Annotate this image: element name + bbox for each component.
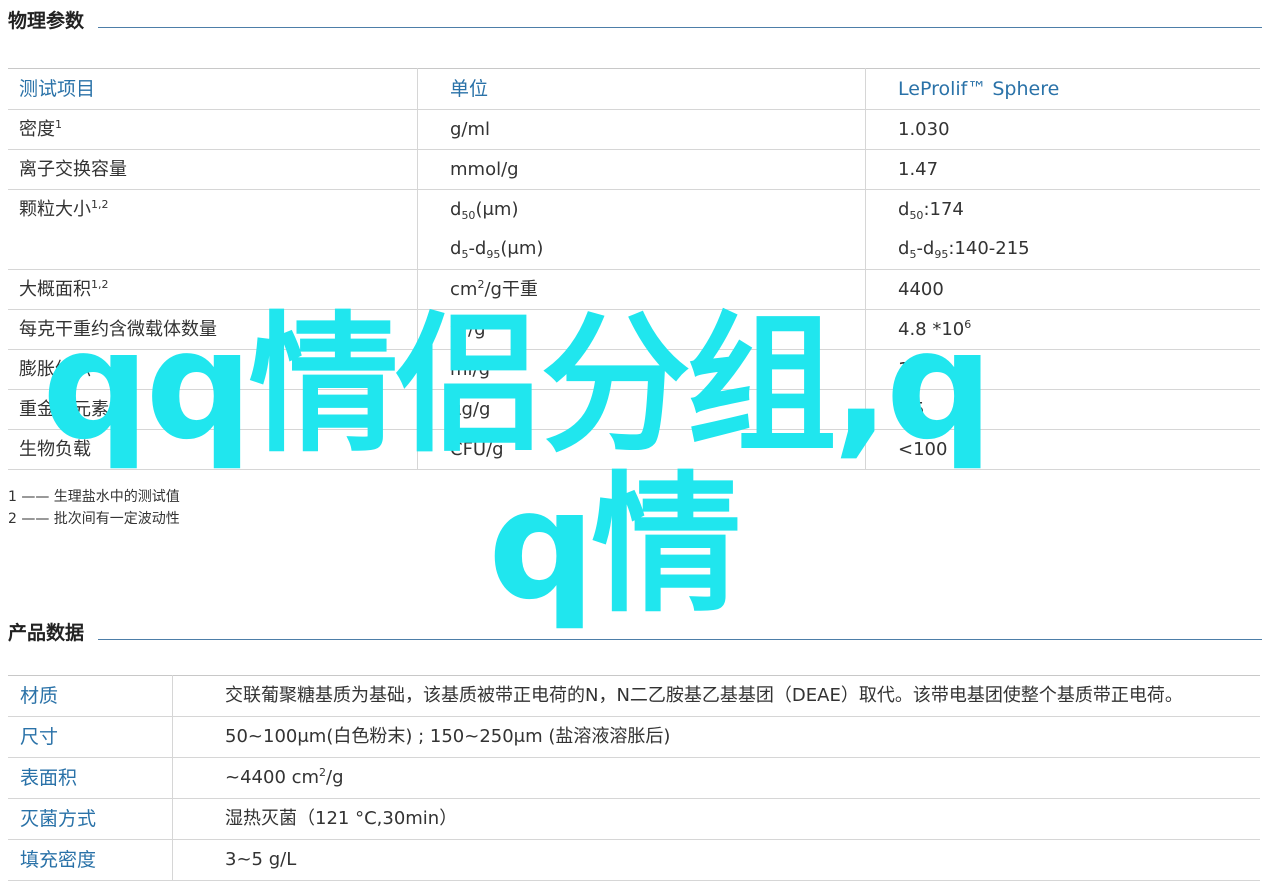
physical-params-section-title: 物理参数 [8,2,1262,32]
row-name: 重金属元素 [8,389,418,430]
value-d50: d50:174 [898,199,964,222]
table-row: 离子交换容量 mmol/g 1.47 [8,149,1260,190]
unit-d5-d95: d5-d95(μm) [450,238,544,261]
row-unit: d50(μm) d5-d95(μm) [417,189,866,270]
row-value: d50:174 d5-d95:140-215 [865,189,1260,270]
row-name: 离子交换容量 [8,149,418,190]
row-name: 每克干重约含微载体数量 [8,309,418,350]
table-header-row: 测试项目 单位 LeProlif™ Sphere [8,68,1260,110]
table-row: 膨胀体积 ml/g 17 [8,349,1260,390]
row-unit: g/ml [417,109,866,150]
row-name: 生物负载 [8,429,418,470]
table-row: 大概面积1,2 cm2/g干重 4400 [8,269,1260,310]
row-value: <5 [865,389,1260,430]
row-value: <100 [865,429,1260,470]
physical-params-table: 测试项目 单位 LeProlif™ Sphere 密度1 g/ml 1.030 … [8,68,1260,470]
table-row: 重金属元素 μg/g <5 [8,389,1260,430]
product-data-table: 材质 交联葡聚糖基质为基础，该基质被带正电荷的N，N二乙胺基乙基基团（DEAE）… [8,675,1260,881]
row-unit: ml/g [417,349,866,390]
row-name: 膨胀体积 [8,349,418,390]
table-row: 每克干重约含微载体数量 个/g 4.8 *106 [8,309,1260,350]
table-row: 表面积 ~4400 cm2/g [8,757,1260,799]
row-unit: μg/g [417,389,866,430]
row-value: 1.47 [865,149,1260,190]
row-unit: 个/g [417,309,866,350]
title-rule [98,27,1262,28]
table-row: 尺寸 50~100μm(白色粉末) ; 150~250μm (盐溶液溶胀后) [8,716,1260,758]
row-value: 1.030 [865,109,1260,150]
footnote-2: 2 —— 批次间有一定波动性 [8,511,180,527]
row-value: 50~100μm(白色粉末) ; 150~250μm (盐溶液溶胀后) [172,716,1260,758]
row-name: 颗粒大小1,2 [8,189,418,270]
table-row: 密度1 g/ml 1.030 [8,109,1260,150]
row-key: 填充密度 [8,839,173,881]
row-key: 尺寸 [8,716,173,758]
unit-d50: d50(μm) [450,199,519,222]
table-row: 材质 交联葡聚糖基质为基础，该基质被带正电荷的N，N二乙胺基乙基基团（DEAE）… [8,675,1260,717]
table-row: 生物负载 CFU/g <100 [8,429,1260,470]
row-key: 表面积 [8,757,173,799]
row-value: ~4400 cm2/g [172,757,1260,799]
row-value: 3~5 g/L [172,839,1260,881]
physical-params-title: 物理参数 [8,10,85,32]
row-value: 湿热灭菌（121 °C,30min） [172,798,1260,840]
row-name: 大概面积1,2 [8,269,418,310]
row-value: 4.8 *106 [865,309,1260,350]
row-unit: mmol/g [417,149,866,190]
table-row: 填充密度 3~5 g/L [8,839,1260,881]
row-key: 灭菌方式 [8,798,173,840]
row-value: 17 [865,349,1260,390]
row-unit: cm2/g干重 [417,269,866,310]
header-product: LeProlif™ Sphere [865,68,1260,110]
value-d5-d95: d5-d95:140-215 [898,238,1030,261]
row-name: 密度1 [8,109,418,150]
product-data-section-title: 产品数据 [8,614,1262,644]
table-row: 灭菌方式 湿热灭菌（121 °C,30min） [8,798,1260,840]
row-unit: CFU/g [417,429,866,470]
row-key: 材质 [8,675,173,717]
watermark-line-2: q情 [488,459,741,633]
footnote-1: 1 —— 生理盐水中的测试值 [8,489,180,505]
row-value: 交联葡聚糖基质为基础，该基质被带正电荷的N，N二乙胺基乙基基团（DEAE）取代。… [172,675,1260,717]
header-unit: 单位 [417,68,866,110]
product-data-title: 产品数据 [8,622,85,644]
header-test-item: 测试项目 [8,68,418,110]
row-value: 4400 [865,269,1260,310]
table-row: 颗粒大小1,2 d50(μm) d5-d95(μm) d50:174 d5-d9… [8,189,1260,270]
title-rule [98,639,1262,640]
